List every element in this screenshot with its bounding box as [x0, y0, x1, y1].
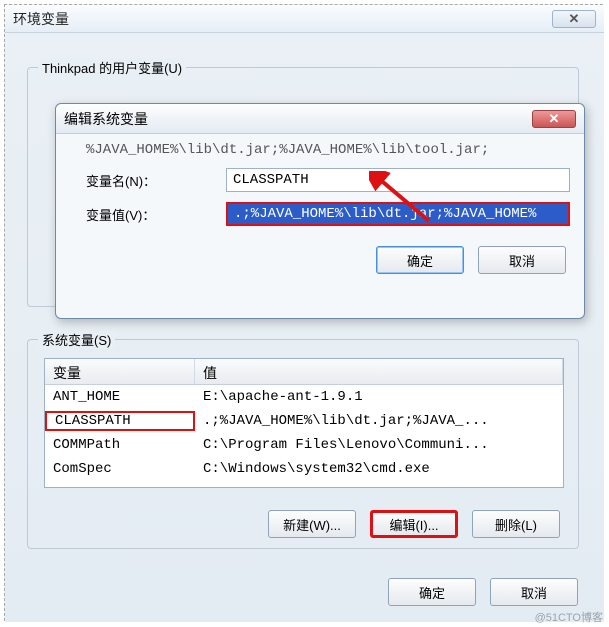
cell-var-name: ComSpec: [45, 461, 195, 477]
annotation-border: 环境变量 ✕ Thinkpad 的用户变量(U) 编辑系统变量 ✕ %JAVA_…: [4, 4, 603, 621]
main-button-row: 确定 取消: [388, 578, 578, 606]
main-title: 环境变量: [13, 9, 69, 29]
sys-vars-button-row: 新建(W)... 编辑(I)... 删除(L): [28, 510, 578, 538]
table-row[interactable]: ANT_HOME E:\apache-ant-1.9.1: [45, 385, 563, 409]
var-name-row: 变量名(N)：: [86, 168, 570, 192]
table-row[interactable]: COMMPath C:\Program Files\Lenovo\Communi…: [45, 433, 563, 457]
cell-var-value: C:\Program Files\Lenovo\Communi...: [195, 437, 563, 453]
cell-var-name: CLASSPATH: [45, 411, 195, 431]
var-name-label: 变量名(N)：: [86, 171, 226, 190]
dialog-close-button[interactable]: ✕: [532, 110, 576, 128]
cell-var-value: .;%JAVA_HOME%\lib\dt.jar;%JAVA_...: [195, 413, 563, 429]
col-header-val[interactable]: 值: [195, 359, 563, 384]
table-row[interactable]: ComSpec C:\Windows\system32\cmd.exe: [45, 457, 563, 481]
sys-vars-group: 系统变量(S) 变量 值 ANT_HOME E:\apache-ant-1.9.…: [27, 339, 579, 549]
sys-vars-legend: 系统变量(S): [38, 330, 115, 349]
hint-text: %JAVA_HOME%\lib\dt.jar;%JAVA_HOME%\lib\t…: [86, 142, 570, 158]
close-icon: ✕: [549, 111, 560, 127]
cell-var-name: ANT_HOME: [45, 389, 195, 405]
list-header: 变量 值: [45, 359, 563, 385]
main-titlebar: 环境变量 ✕: [5, 5, 604, 33]
dialog-button-row: 确定 取消: [56, 246, 566, 274]
sys-vars-list[interactable]: 变量 值 ANT_HOME E:\apache-ant-1.9.1 CLASSP…: [44, 358, 564, 488]
watermark: @51CTO博客: [535, 609, 603, 625]
col-header-var[interactable]: 变量: [45, 359, 195, 384]
var-value-row: 变量值(V)：: [86, 202, 570, 226]
var-value-label: 变量值(V)：: [86, 205, 226, 224]
cell-var-name: COMMPath: [45, 437, 195, 453]
dialog-ok-button[interactable]: 确定: [376, 246, 464, 274]
cell-var-value: C:\Windows\system32\cmd.exe: [195, 461, 563, 477]
delete-button[interactable]: 删除(L): [472, 510, 560, 538]
user-vars-legend: Thinkpad 的用户变量(U): [38, 58, 186, 77]
new-button[interactable]: 新建(W)...: [268, 510, 356, 538]
main-close-button[interactable]: ✕: [552, 10, 596, 28]
edit-sys-var-dialog: 编辑系统变量 ✕ %JAVA_HOME%\lib\dt.jar;%JAVA_HO…: [55, 103, 585, 319]
dialog-cancel-button[interactable]: 取消: [478, 246, 566, 274]
main-ok-button[interactable]: 确定: [388, 578, 476, 606]
dialog-titlebar: 编辑系统变量 ✕: [56, 104, 584, 134]
var-name-input[interactable]: [226, 168, 570, 192]
table-row[interactable]: CLASSPATH .;%JAVA_HOME%\lib\dt.jar;%JAVA…: [45, 409, 563, 433]
cell-var-value: E:\apache-ant-1.9.1: [195, 389, 563, 405]
var-value-input[interactable]: [226, 202, 570, 226]
edit-button[interactable]: 编辑(I)...: [370, 510, 458, 538]
main-cancel-button[interactable]: 取消: [490, 578, 578, 606]
close-icon: ✕: [569, 11, 580, 27]
dialog-title: 编辑系统变量: [64, 109, 148, 129]
env-vars-window: 环境变量 ✕ Thinkpad 的用户变量(U) 编辑系统变量 ✕ %JAVA_…: [5, 5, 604, 622]
